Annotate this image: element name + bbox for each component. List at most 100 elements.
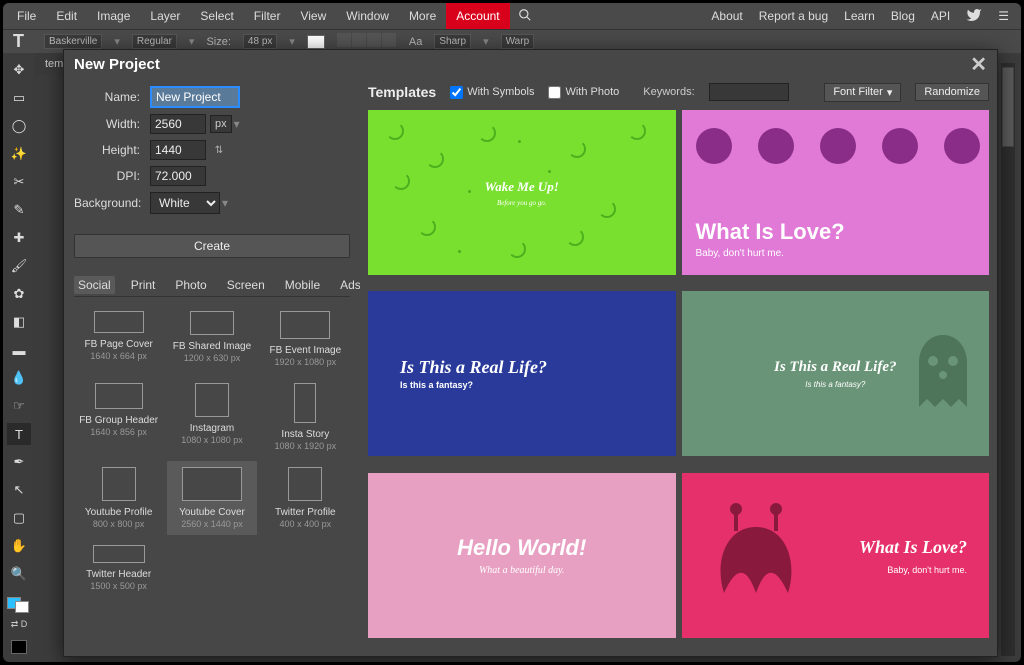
close-icon[interactable]: ✕	[970, 52, 987, 77]
aliasing-field[interactable]: Sharp	[434, 34, 471, 49]
template-card[interactable]: Is This a Real Life? Is this a fantasy?	[368, 291, 676, 456]
heal-tool-icon[interactable]: ✚	[7, 227, 31, 249]
menu-image[interactable]: Image	[87, 3, 140, 29]
preset-item[interactable]: Instagram 1080 x 1080 px	[167, 377, 256, 457]
height-input[interactable]	[150, 140, 206, 160]
warp-button[interactable]: Warp	[501, 34, 535, 49]
template-title: Hello World!	[457, 535, 586, 561]
name-input[interactable]	[150, 86, 240, 108]
template-subtitle: Before you go go.	[497, 199, 547, 207]
crop-tool-icon[interactable]: ✂	[7, 171, 31, 193]
width-input[interactable]	[150, 114, 206, 134]
hand-tool-icon[interactable]: ✋	[7, 535, 31, 557]
eyedropper-tool-icon[interactable]: ✎	[7, 199, 31, 221]
dialog-title: New Project	[74, 56, 160, 73]
menu-account[interactable]: Account	[446, 3, 509, 29]
preset-name: FB Page Cover	[84, 339, 152, 350]
menu-report-bug[interactable]: Report a bug	[751, 9, 836, 23]
with-photo-checkbox[interactable]: With Photo	[548, 86, 619, 99]
preset-tab-social[interactable]: Social	[74, 276, 115, 294]
clone-tool-icon[interactable]: ✿	[7, 283, 31, 305]
lasso-tool-icon[interactable]: ◯	[7, 115, 31, 137]
search-icon[interactable]	[510, 8, 540, 25]
pen-tool-icon[interactable]: ✒	[7, 451, 31, 473]
menu-about[interactable]: About	[703, 9, 750, 23]
template-card[interactable]: What Is Love? Baby, don't hurt me.	[682, 110, 990, 275]
type-tool-icon[interactable]: T	[7, 423, 31, 445]
preset-size: 1500 x 500 px	[90, 581, 147, 591]
template-card[interactable]: Wake Me Up! Before you go go.	[368, 110, 676, 275]
preset-tab-ads[interactable]: Ads	[336, 276, 360, 294]
template-subtitle: Is this a fantasy?	[805, 380, 865, 389]
keywords-label: Keywords:	[643, 86, 694, 98]
magic-wand-tool-icon[interactable]: ✨	[7, 143, 31, 165]
path-tool-icon[interactable]: ↖	[7, 479, 31, 501]
brush-tool-icon[interactable]: 🖌	[7, 255, 31, 277]
dodge-tool-icon[interactable]: ☞	[7, 395, 31, 417]
preset-category-tabs: Social Print Photo Screen Mobile Ads 2"	[74, 276, 350, 297]
preset-tab-print[interactable]: Print	[127, 276, 160, 294]
menu-view[interactable]: View	[290, 3, 336, 29]
preset-name: Insta Story	[281, 429, 329, 440]
preset-tab-photo[interactable]: Photo	[171, 276, 210, 294]
font-filter-button[interactable]: Font Filter ▾	[824, 83, 901, 102]
type-tool-icon: T	[13, 31, 24, 52]
menu-select[interactable]: Select	[190, 3, 243, 29]
move-tool-icon[interactable]: ✥	[7, 59, 31, 81]
background-label: Background:	[74, 196, 150, 210]
color-swatch[interactable]	[7, 597, 31, 611]
preset-item[interactable]: Insta Story 1080 x 1920 px	[261, 377, 350, 457]
default-colors-icon[interactable]	[11, 640, 27, 654]
menu-edit[interactable]: Edit	[46, 3, 87, 29]
swap-colors-label[interactable]: ⇄ D	[7, 619, 31, 630]
randomize-button[interactable]: Randomize	[915, 83, 989, 101]
template-card[interactable]: Is This a Real Life? Is this a fantasy?	[682, 291, 990, 456]
marquee-tool-icon[interactable]: ▭	[7, 87, 31, 109]
text-align-group[interactable]	[337, 33, 397, 50]
with-symbols-checkbox[interactable]: With Symbols	[450, 86, 534, 99]
menu-more[interactable]: More	[399, 3, 446, 29]
preset-item[interactable]: Youtube Profile 800 x 800 px	[74, 461, 163, 535]
menu-api[interactable]: API	[923, 9, 958, 23]
preset-tab-mobile[interactable]: Mobile	[281, 276, 324, 294]
width-unit[interactable]: px	[210, 115, 232, 133]
menu-learn[interactable]: Learn	[836, 9, 883, 23]
font-family-field[interactable]: Baskerville	[44, 34, 102, 49]
font-size-field[interactable]: 48 px	[243, 34, 277, 49]
preset-item[interactable]: FB Shared Image 1200 x 630 px	[167, 305, 256, 373]
zoom-tool-icon[interactable]: 🔍	[7, 563, 31, 585]
create-button[interactable]: Create	[74, 234, 350, 258]
gradient-tool-icon[interactable]: ▬	[7, 339, 31, 361]
menu-layer[interactable]: Layer	[140, 3, 190, 29]
panels-scrollbar[interactable]	[1001, 63, 1015, 656]
template-title: What Is Love?	[859, 537, 967, 558]
preset-item[interactable]: FB Page Cover 1640 x 664 px	[74, 305, 163, 373]
shape-tool-icon[interactable]: ▢	[7, 507, 31, 529]
eraser-tool-icon[interactable]: ◧	[7, 311, 31, 333]
text-color-swatch[interactable]	[307, 35, 325, 49]
preset-tab-screen[interactable]: Screen	[223, 276, 269, 294]
template-card[interactable]: Hello World! What a beautiful day.	[368, 473, 676, 638]
menu-blog[interactable]: Blog	[883, 9, 923, 23]
twitter-icon[interactable]	[958, 7, 990, 26]
menu-file[interactable]: File	[7, 3, 46, 29]
preset-size: 1080 x 1080 px	[181, 435, 243, 445]
preset-item[interactable]: Twitter Header 1500 x 500 px	[74, 539, 163, 597]
orientation-icon[interactable]: ⇅	[212, 143, 226, 157]
menu-window[interactable]: Window	[336, 3, 399, 29]
menu-filter[interactable]: Filter	[244, 3, 291, 29]
keywords-input[interactable]	[709, 83, 789, 101]
preset-size: 800 x 800 px	[93, 519, 145, 529]
new-project-form: Name: Width: px ▾ Height: ⇅ DPI:	[64, 78, 360, 656]
font-weight-field[interactable]: Regular	[132, 34, 177, 49]
blur-tool-icon[interactable]: 💧	[7, 367, 31, 389]
template-card[interactable]: What Is Love? Baby, don't hurt me.	[682, 473, 990, 638]
hamburger-icon[interactable]: ☰	[990, 9, 1017, 23]
templates-title: Templates	[368, 84, 436, 100]
preset-item[interactable]: FB Event Image 1920 x 1080 px	[261, 305, 350, 373]
preset-item[interactable]: Twitter Profile 400 x 400 px	[261, 461, 350, 535]
preset-item[interactable]: FB Group Header 1640 x 856 px	[74, 377, 163, 457]
dpi-input[interactable]	[150, 166, 206, 186]
preset-item[interactable]: Youtube Cover 2560 x 1440 px	[167, 461, 256, 535]
background-select[interactable]: White	[150, 192, 220, 214]
